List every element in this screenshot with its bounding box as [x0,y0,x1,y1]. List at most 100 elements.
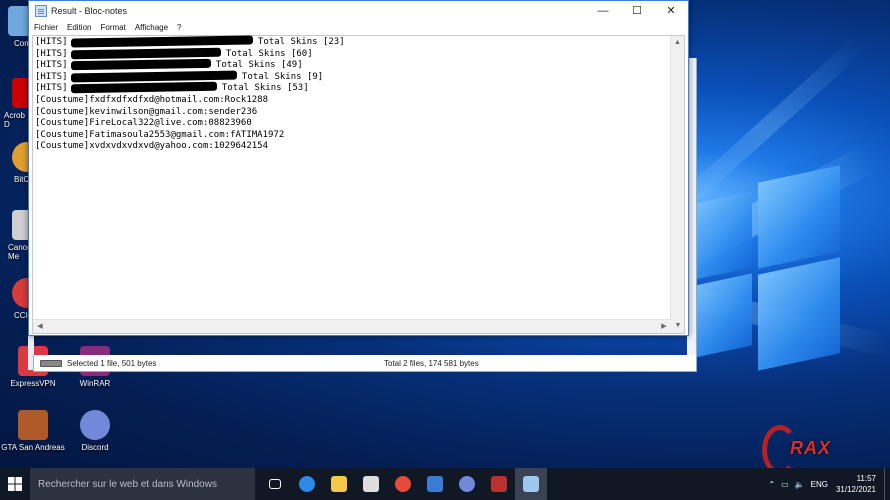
line-prefix: [HITS] [35,71,68,82]
title-bar[interactable]: Result - Bloc-notes — ☐ ✕ [29,1,688,20]
redaction-mark [70,47,221,59]
store-icon [363,476,379,492]
line-prefix: [Coustume] [35,118,90,129]
redaction-mark [70,58,211,71]
menu-affichage[interactable]: Affichage [135,23,168,32]
redaction-mark [70,35,253,48]
text-line: [Coustume]kevinwilson@gmail.com:sender23… [35,107,345,119]
desktop-icon-label: WinRAR [79,379,111,388]
taskbar: Rechercher sur le web et dans Windows ⌃ … [0,468,890,500]
desktop-icon-label: ExpressVPN [10,379,56,388]
redaction-mark [70,70,237,83]
text-line: [HITS] Total Skins [23] [35,35,345,49]
taskbar-app[interactable] [419,468,451,500]
text-line: [Coustume]Fatimasoula2553@gmail.com:fATI… [35,130,345,142]
clock[interactable]: 11:57 31/12/2021 [836,473,884,495]
horizontal-scrollbar[interactable]: ◀ ▶ [33,319,671,333]
chevron-up-icon[interactable]: ⌃ [768,480,775,489]
taskbar-app[interactable] [355,468,387,500]
line-prefix: [Coustume] [35,94,90,105]
scroll-up-icon[interactable]: ▲ [671,36,684,50]
menu-fichier[interactable]: Fichier [34,23,58,32]
network-app-icon [427,476,443,492]
line-text: Fatimasoula2553@gmail.com:fATIMA1972 [89,129,285,140]
windows-start-icon [8,477,22,491]
selected-status: Selected 1 file, 501 bytes [67,358,157,368]
winrar-icon [491,476,507,492]
notepad-icon [35,4,47,17]
watermark-text: RAX [790,438,832,458]
desktop-icon-discord[interactable]: Discord [62,410,128,452]
text-line: [Coustume]FireLocal322@live.com:08823960 [35,118,345,130]
task-view-icon [269,479,281,489]
desktop-icon-label: Discord [81,443,109,452]
taskbar-app[interactable] [387,468,419,500]
total-status: Total 2 files, 174 581 bytes [384,358,479,368]
line-prefix: [HITS] [35,37,68,47]
network-icon[interactable]: ▭ [781,480,789,489]
system-tray: ⌃ ▭ 🔈 ENG 11:57 31/12/2021 [768,468,890,500]
menu-edition[interactable]: Edition [67,23,91,32]
taskbar-app[interactable] [515,468,547,500]
line-suffix: Total Skins [49] [210,60,303,71]
taskbar-app[interactable] [259,468,291,500]
notepad-icon [523,476,539,492]
minimize-button[interactable]: — [586,1,620,20]
close-button[interactable]: ✕ [654,1,688,20]
text-line: [HITS] Total Skins [53] [35,82,345,95]
window-title: Result - Bloc-notes [51,5,128,16]
text-editor[interactable]: [HITS] Total Skins [23] [HITS] Total Skin… [32,35,685,334]
taskbar-app[interactable] [483,468,515,500]
scroll-right-icon[interactable]: ▶ [657,320,671,333]
chrome-icon [395,476,411,492]
explorer-status-bar: Selected 1 file, 501 bytes Total 2 files… [33,355,697,372]
taskbar-apps [259,468,547,500]
desktop-icon-label: GTA San Andreas [1,443,65,452]
line-text: xvdxvdxvdxvd@yahoo.com:1029642154 [89,141,268,152]
start-button[interactable] [0,468,30,500]
line-text: FireLocal322@live.com:08823960 [89,118,252,129]
file-explorer-icon [331,476,347,492]
line-prefix: [HITS] [35,60,68,71]
line-suffix: Total Skins [53] [216,83,309,94]
discord-icon [459,476,475,492]
line-prefix: [Coustume] [35,106,90,117]
line-suffix: Total Skins [23] [252,37,345,47]
drive-icon [40,359,62,367]
line-suffix: Total Skins [9] [236,71,324,82]
redaction-mark [70,82,217,94]
text-line: [Coustume]xvdxvdxvdxvd@yahoo.com:1029642… [35,141,345,153]
language-indicator[interactable]: ENG [811,480,828,489]
taskbar-app[interactable] [323,468,355,500]
discord-icon [80,410,110,440]
maximize-button[interactable]: ☐ [620,1,654,20]
desktop-icon-gta[interactable]: GTA San Andreas [0,410,66,452]
menu-bar: Fichier Edition Format Affichage ? [29,20,688,34]
line-text: kevinwilson@gmail.com:sender236 [89,106,258,117]
text-line: [HITS] Total Skins [49] [35,58,345,72]
vertical-scrollbar[interactable]: ▲ ▼ [670,36,684,333]
search-placeholder: Rechercher sur le web et dans Windows [38,478,217,490]
edge-icon [299,476,315,492]
windows-logo [690,160,840,371]
menu-help[interactable]: ? [177,23,181,32]
menu-format[interactable]: Format [100,23,125,32]
line-prefix: [HITS] [35,48,68,59]
line-prefix: [Coustume] [35,129,90,140]
line-prefix: [HITS] [35,83,68,94]
taskbar-app[interactable] [451,468,483,500]
line-prefix: [Coustume] [35,141,90,152]
scroll-left-icon[interactable]: ◀ [33,320,47,333]
notepad-window[interactable]: Result - Bloc-notes — ☐ ✕ Fichier Editio… [28,0,689,336]
clock-time: 11:57 [856,474,876,483]
text-line: [Coustume]fxdfxdfxdfxd@hotmail.com:Rock1… [35,95,345,107]
taskbar-app[interactable] [291,468,323,500]
document-text[interactable]: [HITS] Total Skins [23] [HITS] Total Skin… [35,35,345,153]
search-box[interactable]: Rechercher sur le web et dans Windows [30,468,255,500]
line-text: fxdfxdfxdfxd@hotmail.com:Rock1288 [89,94,268,105]
gta-icon [18,410,48,440]
scroll-down-icon[interactable]: ▼ [671,319,685,333]
line-suffix: Total Skins [60] [220,48,313,59]
volume-icon[interactable]: 🔈 [795,480,805,489]
show-desktop-button[interactable] [884,468,890,500]
